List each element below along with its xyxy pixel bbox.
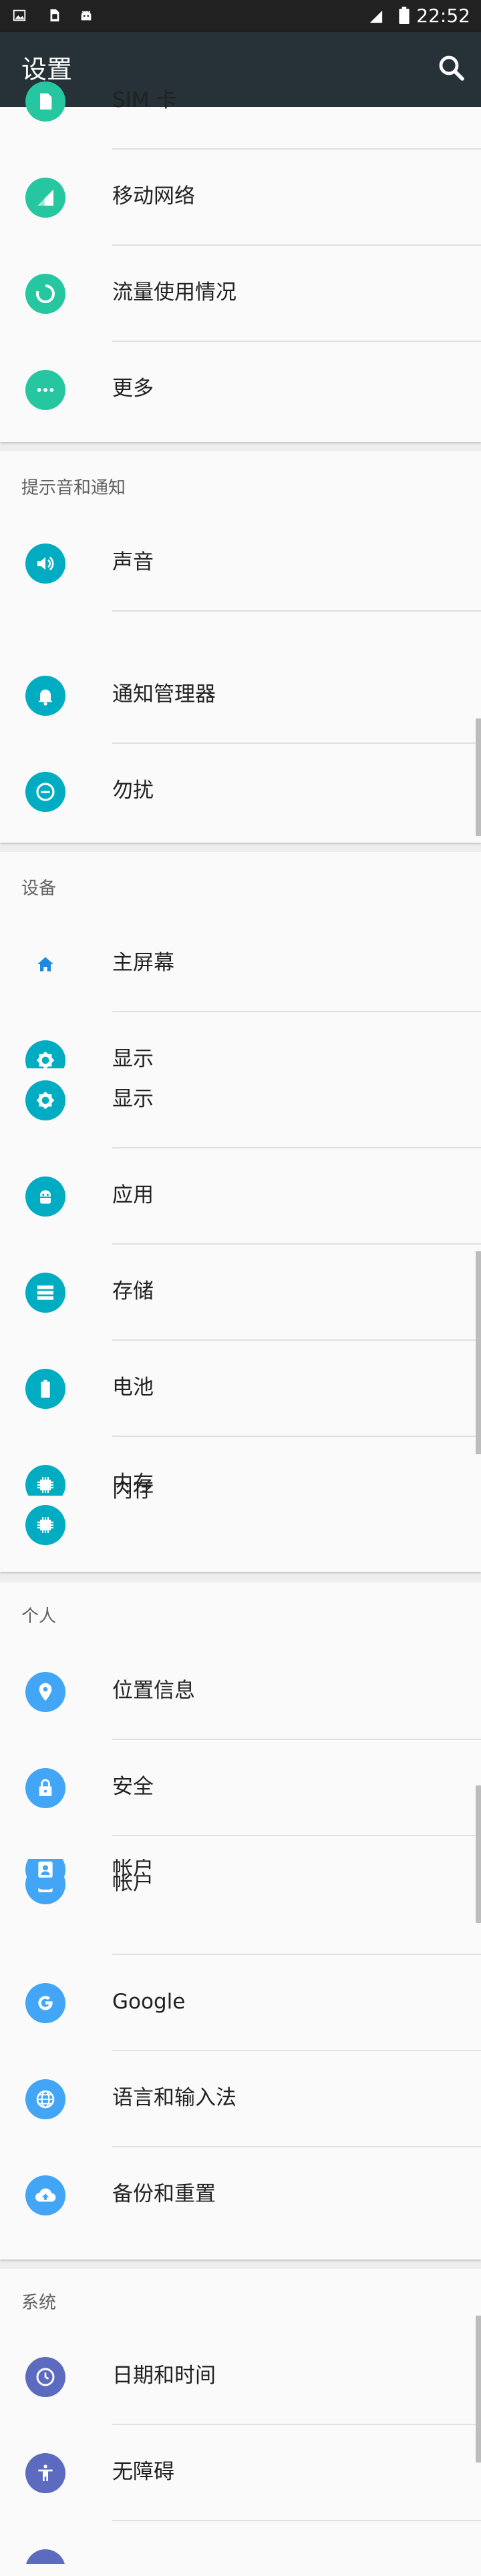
settings-item-label: 语言和输入法 — [112, 2086, 236, 2110]
scrollbar-thumb[interactable] — [476, 1251, 481, 1454]
storage-icon — [25, 1273, 65, 1313]
data-usage-icon — [25, 274, 65, 314]
settings-item-label: 帐户 — [112, 1859, 154, 1880]
settings-item-label: SIM 卡 — [112, 88, 177, 112]
settings-item-label: 更多 — [112, 377, 154, 401]
do-not-disturb-icon — [25, 772, 65, 812]
system-card: 系统 日期和时间 无障碍 — [0, 2269, 481, 2576]
section-header: 提示音和通知 — [21, 478, 126, 498]
settings-item-display[interactable]: 显示 — [0, 1052, 481, 1148]
settings-item-label: 应用 — [112, 1183, 154, 1207]
settings-item-label: 声音 — [112, 550, 154, 574]
section-header: 系统 — [21, 2293, 57, 2313]
settings-item-location[interactable]: 位置信息 — [0, 1644, 481, 1740]
settings-item-google[interactable]: Google — [0, 1955, 481, 2051]
settings-item-label: 通知管理器 — [112, 682, 216, 706]
status-time: 22:52 — [416, 5, 470, 27]
settings-item-do-not-disturb[interactable]: 勿扰 — [0, 744, 481, 840]
bell-icon — [25, 676, 65, 716]
account-icon — [25, 1859, 65, 1890]
settings-item-battery[interactable]: 电池 — [0, 1341, 481, 1437]
settings-item-date-time[interactable]: 日期和时间 — [0, 2329, 481, 2425]
settings-item-label: 位置信息 — [112, 1679, 195, 1703]
battery-icon — [25, 1369, 65, 1409]
settings-item-more[interactable]: 更多 — [0, 342, 481, 438]
settings-item-backup-reset[interactable]: 备份和重置 — [0, 2147, 481, 2243]
settings-item-label: 电池 — [112, 1375, 154, 1400]
scrollbar-thumb[interactable] — [476, 1785, 481, 1923]
scrollbar-thumb[interactable] — [476, 2316, 481, 2462]
globe-icon — [25, 2079, 65, 2119]
settings-icon — [25, 2549, 65, 2564]
settings-item-label: 显示 — [112, 1087, 154, 1111]
settings-item-security[interactable]: 安全 — [0, 1740, 481, 1836]
android-icon — [81, 11, 92, 21]
image-icon — [13, 9, 26, 21]
divider — [112, 610, 481, 612]
section-header: 个人 — [21, 1606, 57, 1627]
settings-item-account[interactable]: 帐户 — [0, 1859, 481, 1955]
sim-card-icon — [25, 81, 65, 122]
settings-item-label: 安全 — [112, 1775, 154, 1799]
clock-icon — [25, 2357, 65, 2397]
brightness-icon — [25, 1080, 65, 1120]
accessibility-icon — [25, 2453, 65, 2493]
wireless-card: SIM 卡 移动网络 流量使用情况 更多 — [0, 81, 481, 442]
home-icon — [25, 944, 65, 984]
settings-item-label: 日期和时间 — [112, 2364, 216, 2388]
settings-item-label: 备份和重置 — [112, 2182, 216, 2206]
settings-item-label: 移动网络 — [112, 184, 195, 208]
settings-item-sound[interactable]: 声音 — [0, 515, 481, 612]
section-header: 设备 — [21, 879, 57, 899]
settings-item-home-screen[interactable]: 主屏幕 — [0, 916, 481, 1012]
notifications-card: 提示音和通知 声音 通知管理器 勿扰 — [0, 451, 481, 843]
google-icon — [25, 1983, 65, 2023]
device-card: 设备 主屏幕 显示 显示 应用 存储 电池 内存 内存 — [0, 852, 481, 1572]
settings-item-label: 存储 — [112, 1279, 154, 1303]
settings-item-label: Google — [112, 1990, 186, 2014]
settings-item-data-usage[interactable]: 流量使用情况 — [0, 246, 481, 342]
settings-item-label: 主屏幕 — [112, 951, 174, 975]
signal-icon — [25, 178, 65, 218]
lock-icon — [25, 1768, 65, 1808]
more-icon — [25, 370, 65, 410]
settings-item-storage[interactable]: 存储 — [0, 1245, 481, 1341]
settings-item-accessibility[interactable]: 无障碍 — [0, 2425, 481, 2521]
settings-item-apps[interactable]: 应用 — [0, 1148, 481, 1245]
signal-icon — [369, 10, 383, 23]
android-icon — [25, 1176, 65, 1217]
personal-card: 个人 位置信息 安全 帐户 帐户 Google 语言和输入法 备份和重置 — [0, 1582, 481, 2260]
settings-item-label: 勿扰 — [112, 779, 154, 803]
memory-icon — [25, 1505, 65, 1545]
settings-item-next-partial[interactable] — [0, 2521, 481, 2564]
settings-item-label: 内存 — [112, 1478, 154, 1502]
volume-icon — [25, 544, 65, 584]
scrollbar-thumb[interactable] — [476, 718, 481, 836]
location-icon — [25, 1672, 65, 1712]
settings-item-mobile-network[interactable]: 移动网络 — [0, 150, 481, 246]
settings-item-memory[interactable]: 内存 — [0, 1477, 481, 1573]
battery-icon — [399, 7, 410, 24]
status-bar: 22:52 — [0, 0, 481, 32]
settings-item-notification-manager[interactable]: 通知管理器 — [0, 648, 481, 744]
settings-item-label: 无障碍 — [112, 2460, 174, 2484]
sim-icon — [50, 9, 59, 22]
settings-item-sim[interactable]: SIM 卡 — [0, 53, 481, 150]
settings-item-language-input[interactable]: 语言和输入法 — [0, 2051, 481, 2147]
cloud-upload-icon — [25, 2175, 65, 2215]
settings-item-label: 流量使用情况 — [112, 280, 236, 304]
